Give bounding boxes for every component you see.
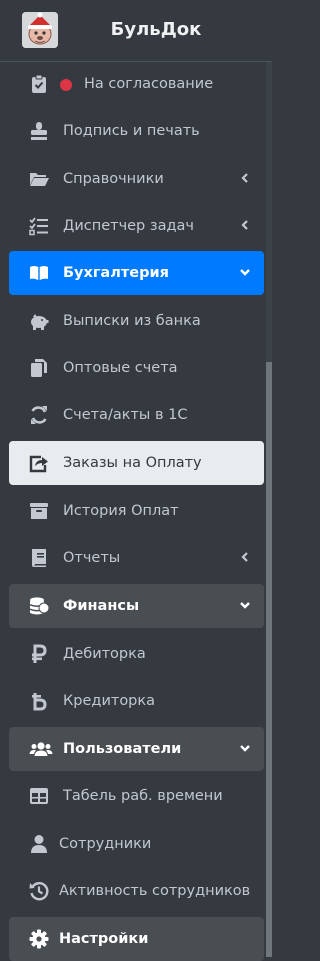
nav-item-timesheet[interactable]: Табель раб. времени	[9, 774, 264, 818]
nav-label-invoices-1c: Счета/акты в 1С	[63, 407, 188, 423]
nav-item-task-manager[interactable]: Диспетчер задач	[9, 204, 264, 248]
nav-item-approval[interactable]: На согласование	[9, 62, 264, 106]
chevron-down-icon	[238, 265, 252, 279]
nav-item-finance[interactable]: Финансы	[9, 584, 264, 628]
nav-item-users[interactable]: Пользователи	[9, 727, 264, 771]
archive-icon	[29, 501, 49, 521]
nav-item-payables[interactable]: Кредиторка	[9, 679, 264, 723]
nav-item-invoices-1c[interactable]: Счета/акты в 1С	[9, 393, 264, 437]
nav-label-timesheet: Табель раб. времени	[63, 788, 223, 804]
nav-item-bank-statements[interactable]: Выписки из банка	[9, 299, 264, 343]
nav-label-settings: Настройки	[59, 931, 149, 947]
nav-label-receivables: Дебиторка	[63, 646, 146, 662]
nav-item-receivables[interactable]: Дебиторка	[9, 632, 264, 676]
coins-icon	[29, 596, 49, 616]
nav-label-payables: Кредиторка	[63, 693, 156, 709]
nav-label-payment-history: История Оплат	[63, 503, 179, 519]
nav-item-settings[interactable]: Настройки	[9, 917, 264, 961]
book-open-icon	[29, 263, 49, 283]
share-square-icon	[29, 453, 49, 473]
nav-item-employee-activity[interactable]: Активность сотрудников	[9, 869, 264, 913]
nav-item-directories[interactable]: Справочники	[9, 157, 264, 201]
brand-header[interactable]: БульДок	[0, 0, 272, 62]
copy-icon	[29, 358, 49, 378]
nav-item-reports[interactable]: Отчеты	[9, 536, 264, 580]
history-icon	[29, 881, 49, 901]
ruble-sign-icon	[29, 644, 49, 664]
sync-icon	[29, 405, 49, 425]
nav-item-payment-orders[interactable]: Заказы на Оплату	[9, 441, 264, 485]
nav-label-users: Пользователи	[63, 741, 182, 757]
book-icon	[29, 548, 49, 568]
nav-label-bank-statements: Выписки из банка	[63, 313, 201, 329]
bulldog-logo-icon	[22, 12, 58, 48]
stamp-icon	[29, 121, 49, 141]
nav-label-signature: Подпись и печать	[63, 123, 200, 139]
nav-label-reports: Отчеты	[63, 550, 121, 566]
user-icon	[29, 834, 49, 854]
nav-label-wholesale-invoices: Оптовые счета	[63, 360, 178, 376]
nav-label-payment-orders: Заказы на Оплату	[63, 455, 202, 471]
users-icon	[29, 739, 53, 759]
chevron-down-icon	[238, 598, 252, 612]
clipboard-check-icon	[31, 74, 51, 94]
nav-item-accounting[interactable]: Бухгалтерия	[9, 251, 264, 295]
alert-dot	[60, 79, 72, 91]
nav-label-directories: Справочники	[63, 171, 164, 187]
cog-icon	[29, 929, 49, 949]
brand-name: БульДок	[110, 19, 202, 40]
tasks-icon	[29, 216, 49, 236]
b-letter-icon	[29, 691, 49, 711]
nav-label-finance: Финансы	[63, 598, 140, 614]
chevron-down-icon	[238, 741, 252, 755]
chevron-left-icon	[238, 171, 252, 185]
chevron-left-icon	[238, 218, 252, 232]
scrollbar-thumb[interactable]	[266, 362, 272, 957]
nav-item-payment-history[interactable]: История Оплат	[9, 489, 264, 533]
nav-label-task-manager: Диспетчер задач	[63, 218, 194, 234]
nav-item-wholesale-invoices[interactable]: Оптовые счета	[9, 346, 264, 390]
nav-item-employees[interactable]: Сотрудники	[9, 822, 264, 866]
nav-item-signature[interactable]: Подпись и печать	[9, 109, 264, 153]
nav-label-employees: Сотрудники	[59, 836, 152, 852]
table-icon	[29, 786, 49, 806]
nav-label-accounting: Бухгалтерия	[63, 265, 169, 281]
piggy-bank-icon	[29, 311, 49, 331]
chevron-left-icon	[238, 550, 252, 564]
folder-open-icon	[29, 169, 49, 189]
nav-label-employee-activity: Активность сотрудников	[59, 883, 251, 899]
nav-label-approval: На согласование	[84, 76, 214, 92]
